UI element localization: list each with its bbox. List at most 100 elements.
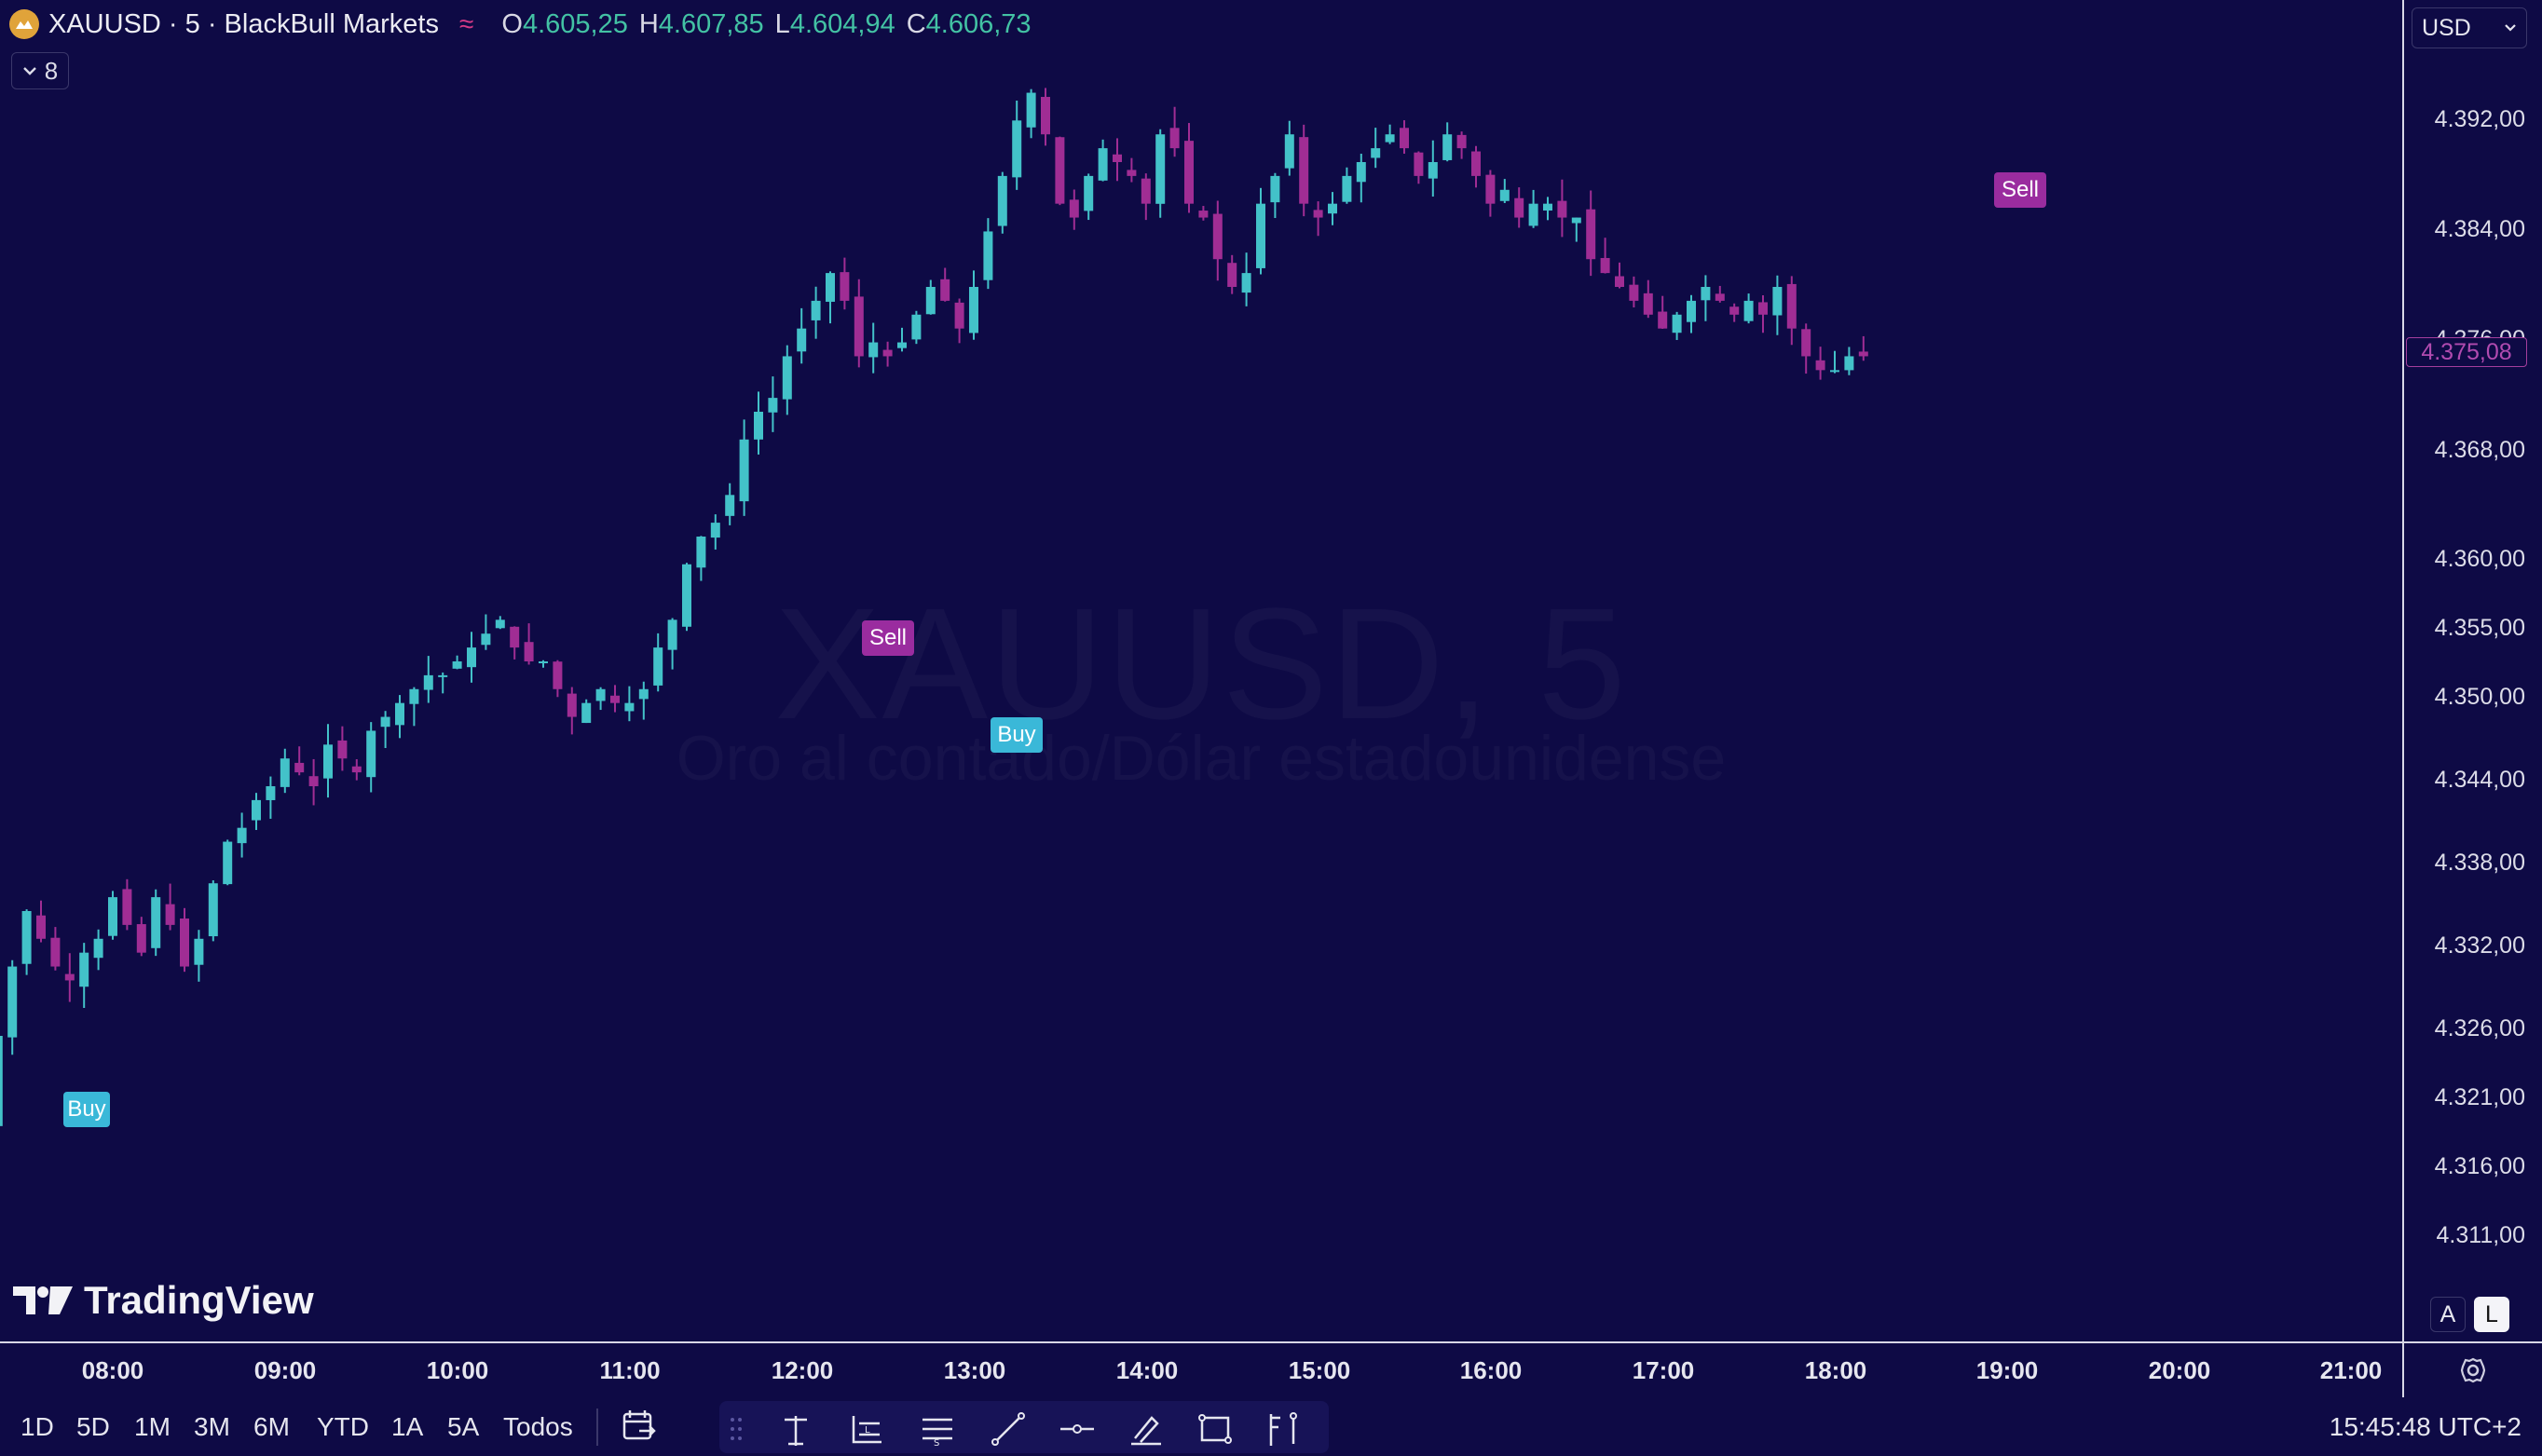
time-tick: 12:00 [771, 1356, 834, 1384]
range-button-6m[interactable]: 6M [253, 1412, 290, 1442]
range-button-3m[interactable]: 3M [194, 1412, 230, 1442]
price-tick: 4.360,00 [2434, 546, 2525, 572]
range-button-ytd[interactable]: YTD [317, 1412, 369, 1442]
candle-up [1830, 370, 1839, 373]
candle-up [539, 661, 548, 663]
candle-down [337, 740, 348, 759]
svg-text:S: S [934, 1438, 939, 1448]
candle-up [1701, 287, 1711, 301]
range-button-todos[interactable]: Todos [503, 1412, 573, 1442]
sell-signal-marker: Sell [862, 620, 914, 656]
range-button-5d[interactable]: 5D [76, 1412, 110, 1442]
candle-up [682, 564, 691, 627]
candle-up [208, 883, 218, 937]
candle-down [1600, 257, 1610, 274]
log-scale-button[interactable]: L [2474, 1297, 2509, 1332]
candle-down [1643, 293, 1653, 315]
time-tick: 19:00 [1975, 1356, 2039, 1384]
candle-up [1687, 300, 1696, 322]
candle-down [308, 776, 319, 786]
candle-down [1485, 174, 1496, 204]
rectangle-tool-icon[interactable] [1196, 1410, 1234, 1448]
cross-line-tool-icon[interactable] [777, 1410, 814, 1448]
price-tick: 4.316,00 [2434, 1153, 2525, 1179]
indicator-count: 8 [44, 56, 59, 85]
candle-up [495, 619, 505, 629]
price-tick: 4.326,00 [2434, 1015, 2525, 1041]
price-tick: 4.338,00 [2434, 850, 2525, 876]
candle-down [1758, 302, 1768, 315]
auto-scale-button[interactable]: A [2430, 1297, 2466, 1332]
price-axis[interactable]: 4.392,00 4.384,00 4.376,00 4.368,00 4.36… [2402, 0, 2542, 1341]
price-tick: 4.311,00 [2436, 1222, 2525, 1248]
candle-up [826, 273, 835, 302]
tradingview-logo[interactable]: TradingView [13, 1278, 314, 1323]
range-button-1a[interactable]: 1A [391, 1412, 423, 1442]
short-position-tool-icon[interactable]: S [919, 1410, 956, 1449]
symbol-legend: XAUUSD · 5 · BlackBull Markets ≈ O 4.605,… [9, 6, 1032, 43]
brush-tool-icon[interactable] [1128, 1410, 1165, 1448]
candle-up [395, 702, 404, 726]
candle-down [1715, 293, 1725, 301]
candle-down [351, 766, 362, 773]
range-button-5a[interactable]: 5A [447, 1412, 479, 1442]
range-button-1m[interactable]: 1M [134, 1412, 171, 1442]
long-position-tool-icon[interactable]: L [848, 1410, 885, 1448]
candle-down [567, 693, 577, 717]
time-tick: 10:00 [426, 1356, 489, 1384]
fib-retracement-tool-icon[interactable] [1265, 1410, 1303, 1448]
symbol-title[interactable]: XAUUSD · 5 · BlackBull Markets [48, 9, 439, 40]
time-tick: 18:00 [1804, 1356, 1867, 1384]
last-price-label: 4.375,08 [2406, 337, 2527, 367]
candle-up [1026, 92, 1036, 128]
candle-down [294, 762, 305, 773]
candle-up [925, 287, 936, 315]
horizontal-ray-tool-icon[interactable] [1059, 1410, 1096, 1448]
candle-down [1456, 134, 1467, 149]
range-button-1d[interactable]: 1D [20, 1412, 54, 1442]
candle-up [93, 938, 103, 959]
time-axis[interactable]: 08:00 09:00 10:00 11:00 12:00 13:00 14:0… [0, 1341, 2402, 1397]
candle-up [782, 356, 792, 400]
candle-up [194, 938, 204, 965]
candle-up [983, 231, 993, 280]
candle-up [151, 897, 161, 948]
candle-up [108, 897, 117, 936]
axis-settings-button[interactable] [2402, 1341, 2542, 1397]
go-to-date-icon[interactable] [621, 1407, 658, 1444]
candle-down [1141, 178, 1151, 204]
candle-down [1858, 351, 1868, 357]
candle-up [223, 841, 233, 885]
candle-down [1658, 311, 1668, 329]
candle-up [1098, 148, 1108, 181]
indicators-toggle-button[interactable]: 8 [11, 52, 69, 89]
buy-signal-marker: Buy [991, 717, 1043, 753]
buy-signal-marker: Buy [63, 1092, 110, 1127]
chart-pane[interactable]: XAUUSD, 5 Oro al contado/Dólar estadouni… [0, 0, 2402, 1341]
candle-up [423, 674, 433, 690]
trend-line-tool-icon[interactable] [990, 1410, 1027, 1448]
candle-down [1299, 137, 1309, 204]
candle-up [581, 702, 592, 724]
candle-up [7, 966, 18, 1038]
candle-up [1528, 203, 1538, 226]
candle-up [667, 619, 677, 650]
candle-up [797, 328, 807, 352]
candle-up [0, 1036, 3, 1126]
clock-timezone[interactable]: 15:45:48 UTC+2 [2330, 1412, 2522, 1442]
open-value: 4.605,25 [522, 8, 628, 39]
currency-select[interactable]: USD [2412, 7, 2527, 48]
price-tick: 4.368,00 [2434, 437, 2525, 463]
price-tick: 4.355,00 [2434, 615, 2525, 641]
candle-up [1385, 134, 1395, 143]
drag-handle-icon[interactable] [729, 1410, 744, 1448]
candle-up [1270, 175, 1280, 203]
candle-up [1155, 134, 1166, 204]
candle-up [911, 314, 922, 340]
candle-up [638, 688, 649, 700]
candle-up [1084, 175, 1094, 211]
gear-icon [2460, 1357, 2486, 1383]
candle-up [1543, 203, 1552, 211]
open-key: O [501, 8, 523, 39]
candle-up [467, 647, 476, 668]
